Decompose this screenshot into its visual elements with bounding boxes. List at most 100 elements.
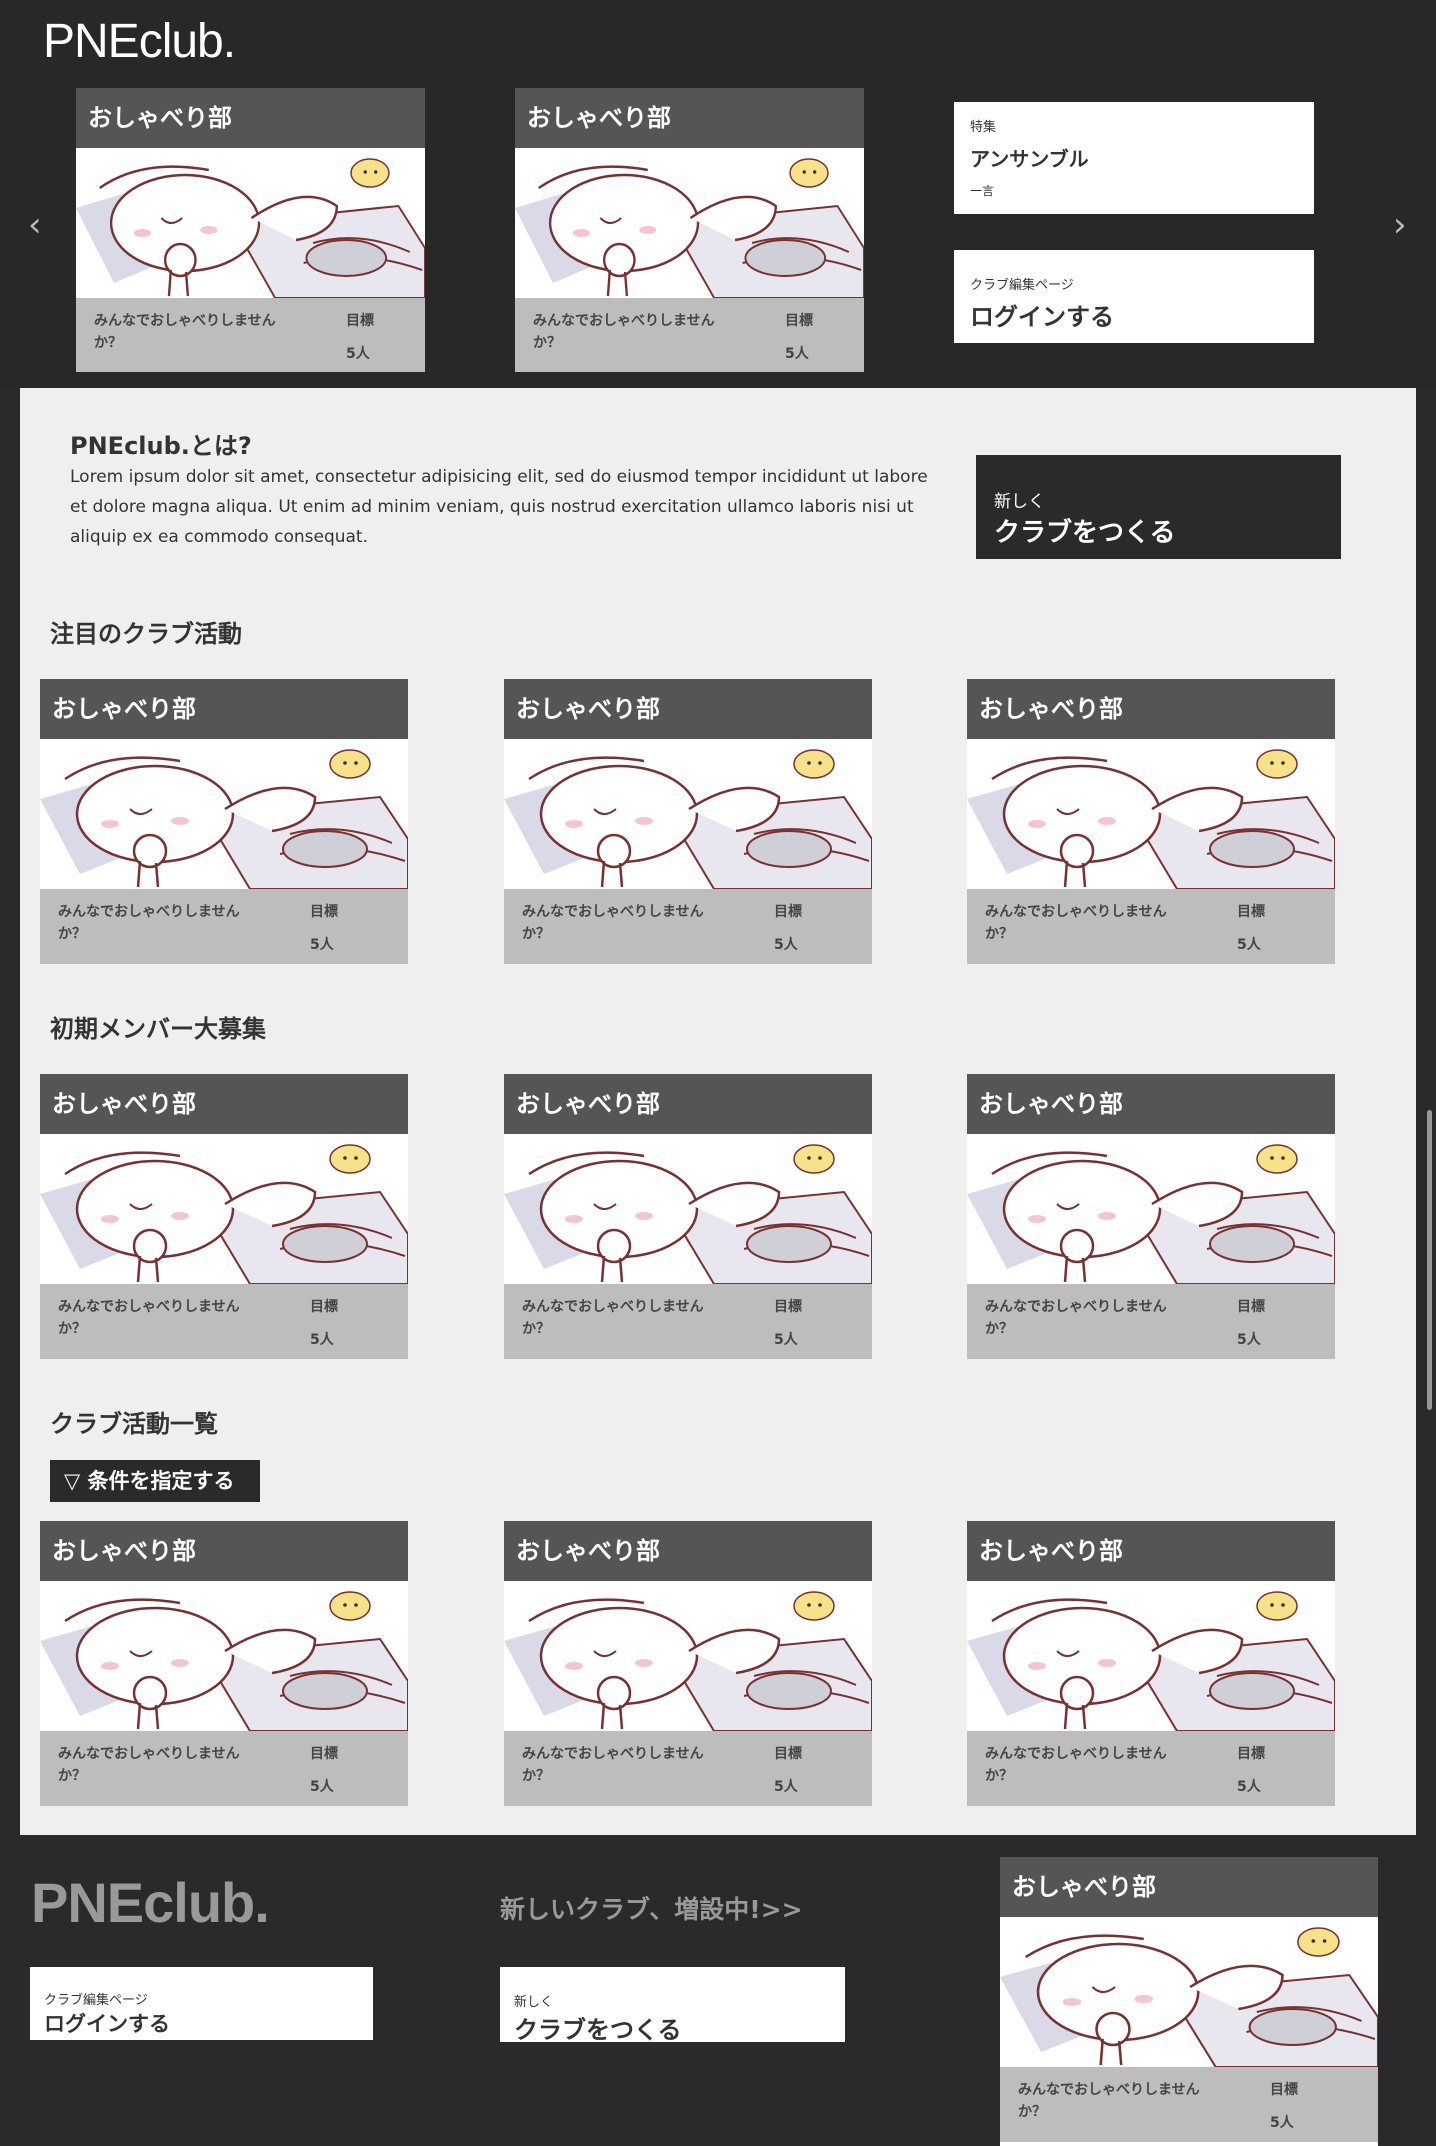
bunny-illustration: [40, 1581, 408, 1731]
create-label: 新しく: [994, 492, 1045, 512]
club-card-goal-value: 5人: [310, 1779, 334, 1795]
club-card-goal-value: 5人: [1237, 937, 1261, 953]
club-card-goal-label: 目標: [774, 1746, 802, 1762]
feature-note: 一言: [970, 184, 995, 198]
club-card-goal-label: 目標: [774, 904, 802, 920]
club-card-goal-value: 5人: [346, 346, 370, 362]
club-card-goal-label: 目標: [310, 904, 338, 920]
club-card[interactable]: おしゃべり部 みんなでおしゃべりしませんか？ 目標 5人: [515, 88, 864, 372]
new-clubs-link[interactable]: 新しいクラブ、増設中!>>: [500, 1890, 803, 1926]
club-card-description: みんなでおしゃべりしませんか？: [985, 904, 1167, 942]
carousel-next-icon[interactable]: ›: [1393, 208, 1407, 242]
bunny-illustration: [1000, 1917, 1378, 2067]
club-card-description: みんなでおしゃべりしませんか？: [522, 1746, 704, 1784]
bunny-illustration: [76, 148, 425, 298]
club-card-description: みんなでおしゃべりしませんか？: [58, 1746, 240, 1784]
club-card[interactable]: おしゃべり部 みんなでおしゃべりしませんか？ 目標 5人: [504, 679, 872, 964]
site-logo[interactable]: PNEclub.: [43, 14, 236, 69]
club-card-title: おしゃべり部: [40, 1521, 408, 1581]
footer-create-box[interactable]: 新しく クラブをつくる: [500, 1967, 845, 2044]
footer-login-action: ログインする: [44, 2012, 170, 2036]
club-card[interactable]: おしゃべり部 みんなでおしゃべりしませんか？ 目標 5人: [40, 1074, 408, 1359]
club-card-title: おしゃべり部: [504, 1521, 872, 1581]
club-card-image: [40, 1134, 408, 1284]
club-card-image: [1000, 1917, 1378, 2067]
club-card-description: みんなでおしゃべりしませんか？: [533, 313, 715, 351]
club-card-image: [967, 1581, 1335, 1731]
club-card-image: [504, 1581, 872, 1731]
club-card-title: おしゃべり部: [515, 88, 864, 148]
club-card[interactable]: おしゃべり部 みんなでおしゃべりしませんか？ 目標 5人: [40, 1521, 408, 1806]
club-card[interactable]: おしゃべり部 みんなでおしゃべりしませんか？ 目標 5人: [504, 1074, 872, 1359]
club-card-image: [40, 739, 408, 889]
club-card-footer: みんなでおしゃべりしませんか？ 目標 5人: [40, 889, 408, 964]
club-card-goal-label: 目標: [1237, 1746, 1265, 1762]
create-club-button[interactable]: 新しく クラブをつくる: [976, 455, 1341, 559]
footer-create-action: クラブをつくる: [514, 2016, 682, 2044]
login-action: ログインする: [970, 303, 1114, 331]
feature-label: 特集: [970, 120, 997, 135]
club-card-title: おしゃべり部: [1000, 1857, 1378, 1917]
club-card-footer: みんなでおしゃべりしませんか？ 目標 5人: [504, 889, 872, 964]
club-card-goal-value: 5人: [785, 346, 809, 362]
club-card-description: みんなでおしゃべりしませんか？: [58, 904, 240, 942]
club-card-footer: みんなでおしゃべりしませんか？ 目標 5人: [504, 1284, 872, 1359]
bunny-illustration: [967, 1581, 1335, 1731]
club-card-title: おしゃべり部: [967, 1521, 1335, 1581]
club-card[interactable]: おしゃべり部 みんなでおしゃべりしませんか？ 目標 5人: [40, 679, 408, 964]
bunny-illustration: [504, 1581, 872, 1731]
login-box[interactable]: クラブ編集ページ ログインする: [954, 250, 1314, 343]
club-card-footer: みんなでおしゃべりしませんか？ 目標 5人: [76, 298, 425, 372]
club-card-goal-label: 目標: [785, 313, 813, 329]
footer-login-box[interactable]: クラブ編集ページ ログインする: [30, 1967, 373, 2040]
bunny-illustration: [967, 739, 1335, 889]
club-card-footer: みんなでおしゃべりしませんか？ 目標 5人: [515, 298, 864, 372]
club-card[interactable]: おしゃべり部 みんなでおしゃべりしませんか？ 目標 5人: [967, 679, 1335, 964]
club-card-description: みんなでおしゃべりしませんか？: [522, 1299, 704, 1337]
scrollbar[interactable]: [1427, 1110, 1432, 1410]
club-card-goal-value: 5人: [1237, 1332, 1261, 1348]
club-card-description: みんなでおしゃべりしませんか？: [522, 904, 704, 942]
club-card[interactable]: おしゃべり部 みんなでおしゃべりしませんか？ 目標 5人: [76, 88, 425, 372]
section-all-heading: クラブ活動一覧: [50, 1410, 218, 1438]
club-card-description: みんなでおしゃべりしませんか？: [985, 1299, 1167, 1337]
club-card-image: [515, 148, 864, 298]
club-card-goal-label: 目標: [1270, 2082, 1298, 2098]
club-card-goal-label: 目標: [310, 1299, 338, 1315]
club-card[interactable]: おしゃべり部 みんなでおしゃべりしませんか？ 目標 5人: [967, 1074, 1335, 1359]
club-card-description: みんなでおしゃべりしませんか？: [1018, 2082, 1200, 2120]
bunny-illustration: [40, 1134, 408, 1284]
filter-button[interactable]: ▽ 条件を指定する: [50, 1460, 260, 1502]
feature-box[interactable]: 特集 アンサンブル 一言: [954, 102, 1314, 214]
login-label: クラブ編集ページ: [970, 278, 1074, 293]
club-card-image: [504, 739, 872, 889]
about-title: PNEclub.とは?: [70, 432, 252, 460]
footer-logo[interactable]: PNEclub.: [31, 1870, 270, 1935]
bunny-illustration: [40, 739, 408, 889]
club-card-description: みんなでおしゃべりしませんか？: [985, 1746, 1167, 1784]
club-card-goal-label: 目標: [310, 1746, 338, 1762]
carousel-prev-icon[interactable]: ‹: [28, 208, 42, 242]
club-card-title: おしゃべり部: [76, 88, 425, 148]
club-card-title: おしゃべり部: [967, 679, 1335, 739]
club-card-footer: みんなでおしゃべりしませんか？ 目標 5人: [967, 1284, 1335, 1359]
section-featured-heading: 注目のクラブ活動: [50, 620, 242, 648]
club-card-image: [967, 1134, 1335, 1284]
about-text: Lorem ipsum dolor sit amet, consectetur …: [70, 467, 928, 547]
club-card-goal-value: 5人: [1237, 1779, 1261, 1795]
club-card-footer: みんなでおしゃべりしませんか？ 目標 5人: [504, 1731, 872, 1806]
club-card-description: みんなでおしゃべりしませんか？: [94, 313, 276, 351]
club-card-title: おしゃべり部: [504, 679, 872, 739]
club-card[interactable]: おしゃべり部 みんなでおしゃべりしませんか？ 目標 5人: [504, 1521, 872, 1806]
club-card-image: [504, 1134, 872, 1284]
club-card-title: おしゃべり部: [40, 679, 408, 739]
club-card-goal-label: 目標: [346, 313, 374, 329]
bunny-illustration: [967, 1134, 1335, 1284]
club-card-goal-value: 5人: [1270, 2115, 1294, 2131]
bunny-illustration: [504, 739, 872, 889]
club-card[interactable]: おしゃべり部 みんなでおしゃべりしませんか？ 目標 5人: [1000, 1857, 1378, 2146]
club-card-title: おしゃべり部: [967, 1074, 1335, 1134]
create-action: クラブをつくる: [994, 518, 1176, 548]
club-card[interactable]: おしゃべり部 みんなでおしゃべりしませんか？ 目標 5人: [967, 1521, 1335, 1806]
section-recruiting-heading: 初期メンバー大募集: [50, 1015, 266, 1043]
